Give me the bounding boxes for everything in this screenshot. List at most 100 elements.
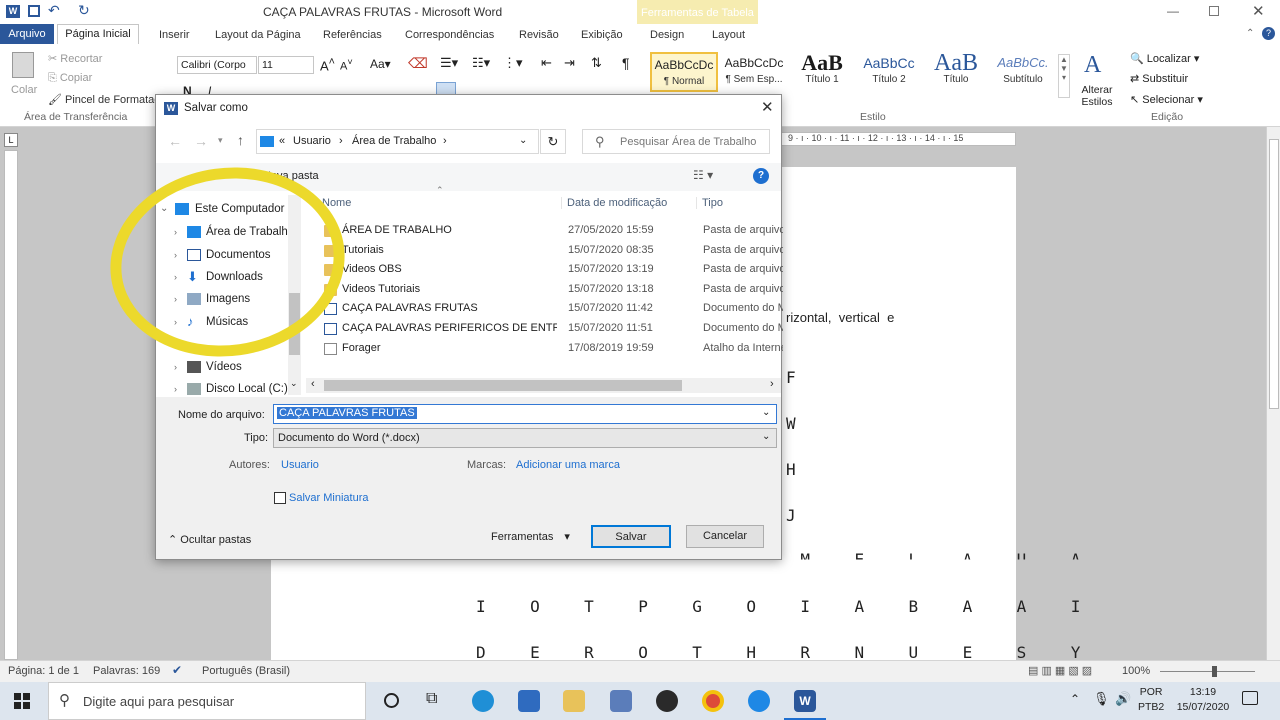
autores-value[interactable]: Usuario bbox=[281, 459, 319, 471]
file-row[interactable]: Videos OBS 15/07/2020 13:19 Pasta de arqui… bbox=[321, 260, 783, 280]
numbering-icon[interactable]: ☷▾ bbox=[472, 55, 490, 71]
paste-icon[interactable] bbox=[12, 52, 34, 78]
help-icon[interactable]: ? bbox=[1262, 27, 1275, 40]
status-pagina[interactable]: Página: 1 de 1 bbox=[8, 665, 79, 677]
filename-dropdown-icon[interactable]: ⌄ bbox=[762, 407, 770, 418]
substituir-button[interactable]: ⇄ Substituir bbox=[1130, 72, 1188, 85]
hscroll-thumb[interactable] bbox=[324, 380, 682, 391]
filename-input[interactable]: CAÇA PALAVRAS FRUTAS ⌄ bbox=[273, 404, 777, 424]
recortar-button[interactable]: ✂ Recortar bbox=[48, 52, 102, 65]
word-icon[interactable]: W bbox=[6, 5, 20, 18]
cancelar-button[interactable]: Cancelar bbox=[686, 525, 764, 548]
notifications-icon[interactable] bbox=[1242, 691, 1258, 705]
restore-icon[interactable] bbox=[1209, 6, 1219, 16]
forward-icon[interactable]: → bbox=[194, 133, 208, 149]
copiar-button[interactable]: ⎘ Copiar bbox=[48, 72, 92, 85]
up-icon[interactable]: ↑ bbox=[237, 132, 244, 148]
close-icon[interactable]: ✕ bbox=[1252, 2, 1265, 20]
chrome-icon[interactable] bbox=[702, 690, 724, 712]
tab-arquivo[interactable]: Arquivo bbox=[0, 24, 54, 44]
mail-icon[interactable] bbox=[518, 690, 540, 712]
alterar-estilos-button[interactable]: Alterar Estilos bbox=[1076, 84, 1118, 108]
font-size-select[interactable]: 11 bbox=[258, 56, 314, 74]
marcas-value[interactable]: Adicionar uma marca bbox=[516, 459, 620, 471]
taskbar-search[interactable]: ⚲ Digite aqui para pesquisar bbox=[48, 682, 366, 720]
tab-layout-pagina[interactable]: Layout da Página bbox=[215, 26, 301, 44]
colar-button[interactable]: Colar bbox=[11, 84, 37, 96]
localizar-button[interactable]: 🔍 Localizar ▾ bbox=[1130, 52, 1199, 65]
view-buttons[interactable]: ▤ ▥ ▦ ▧ ▨ bbox=[1028, 664, 1092, 677]
obs-icon[interactable] bbox=[656, 690, 678, 712]
vertical-scrollbar[interactable] bbox=[1266, 127, 1280, 661]
file-list-hscrollbar[interactable]: ‹ › bbox=[306, 378, 781, 393]
vertical-ruler[interactable] bbox=[4, 150, 18, 660]
clear-format-icon[interactable]: ⌫ bbox=[408, 55, 428, 72]
styles-scroll-icon[interactable]: ▲ ▼ ▾ bbox=[1058, 54, 1070, 98]
status-zoom[interactable]: 100% bbox=[1122, 665, 1150, 677]
tab-correspondencias[interactable]: Correspondências bbox=[405, 26, 494, 44]
file-row[interactable]: CAÇA PALAVRAS FRUTAS 15/07/2020 11:42 Docu… bbox=[321, 299, 783, 319]
file-row[interactable]: CAÇA PALAVRAS PERIFERICOS DE ENTRA... 15/… bbox=[321, 319, 783, 339]
show-marks-icon[interactable]: ¶ bbox=[622, 55, 630, 71]
style-subtitulo[interactable]: AaBbCc. Subtítulo bbox=[990, 52, 1056, 92]
tab-referencias[interactable]: Referências bbox=[323, 26, 382, 44]
tab-layout[interactable]: Layout bbox=[712, 26, 745, 44]
breadcrumb-area[interactable]: Área de Trabalho bbox=[352, 135, 436, 147]
style-sem-espaco[interactable]: AaBbCcDc ¶ Sem Esp... bbox=[720, 52, 788, 92]
file-row[interactable]: Videos Tutoriais 15/07/2020 13:18 Pasta de… bbox=[321, 280, 783, 300]
word-taskbar-icon[interactable]: W bbox=[784, 690, 826, 720]
miniatura-label[interactable]: Salvar Miniatura bbox=[289, 492, 368, 504]
sort-icon[interactable]: ⇅ bbox=[591, 55, 602, 71]
bullets-icon[interactable]: ☰▾ bbox=[440, 55, 458, 71]
tab-exibicao[interactable]: Exibição bbox=[581, 26, 623, 44]
type-select[interactable]: Documento do Word (*.docx) ⌄ bbox=[273, 428, 777, 448]
status-palavras[interactable]: Palavras: 169 bbox=[93, 665, 160, 677]
ferramentas-button[interactable]: Ferramentas ▾ bbox=[491, 530, 570, 543]
recent-chevron-icon[interactable]: ▾ bbox=[218, 135, 223, 146]
style-titulo[interactable]: AaB Título bbox=[924, 51, 988, 92]
tab-pagina-inicial[interactable]: Página Inicial bbox=[57, 24, 139, 44]
column-header-type[interactable]: Tipo bbox=[696, 197, 723, 209]
redo-icon[interactable]: ↻ bbox=[78, 2, 90, 19]
file-row[interactable]: ÁREA DE TRABALHO 27/05/2020 15:59 Pasta de… bbox=[321, 221, 783, 241]
pincel-button[interactable]: 🖌 Pincel de Formatação bbox=[48, 93, 158, 106]
selecionar-button[interactable]: ↖ Selecionar ▾ bbox=[1130, 93, 1203, 106]
type-dropdown-icon[interactable]: ⌄ bbox=[762, 431, 770, 442]
tree-collapsed-icon[interactable]: › bbox=[174, 357, 177, 377]
cortana-icon[interactable] bbox=[384, 693, 399, 708]
grow-font-icon[interactable]: A˄ bbox=[320, 56, 335, 73]
decrease-indent-icon[interactable]: ⇤ bbox=[541, 55, 552, 71]
view-options-icon[interactable]: ☷ ▾ bbox=[693, 168, 713, 182]
undo-icon[interactable]: ↶ bbox=[48, 2, 60, 19]
salvar-button[interactable]: Salvar bbox=[591, 525, 671, 548]
tree-collapsed-icon[interactable]: › bbox=[174, 379, 177, 399]
column-header-date[interactable]: Data de modificação bbox=[561, 197, 667, 209]
scroll-left-icon[interactable]: ‹ bbox=[311, 378, 315, 390]
file-row[interactable]: Forager 17/08/2019 19:59 Atalho da Interne… bbox=[321, 339, 783, 359]
style-titulo-2[interactable]: AaBbCc Título 2 bbox=[856, 52, 922, 92]
scroll-thumb[interactable] bbox=[1269, 139, 1279, 409]
volume-icon[interactable]: 🔊 bbox=[1115, 691, 1131, 707]
help-icon[interactable]: ? bbox=[753, 168, 769, 184]
multilevel-icon[interactable]: ⋮▾ bbox=[503, 55, 523, 71]
task-view-icon[interactable]: ⧉ bbox=[426, 690, 437, 708]
spellcheck-icon[interactable]: ✔ bbox=[172, 663, 182, 677]
font-name-select[interactable]: Calibri (Corpo bbox=[177, 56, 257, 74]
ruler-toggle-icon[interactable]: L bbox=[4, 133, 18, 147]
alterar-estilos-icon[interactable]: A bbox=[1084, 52, 1101, 79]
scroll-right-icon[interactable]: › bbox=[770, 378, 774, 390]
miniatura-checkbox[interactable] bbox=[274, 492, 286, 504]
tab-design[interactable]: Design bbox=[650, 26, 684, 44]
ocultar-pastas-button[interactable]: ⌃ Ocultar pastas bbox=[168, 533, 251, 546]
language-indicator[interactable]: POR PTB2 bbox=[1138, 685, 1164, 715]
file-row[interactable]: Tutoriais 15/07/2020 08:35 Pasta de arquiv… bbox=[321, 241, 783, 261]
refresh-icon[interactable]: ↻ bbox=[540, 129, 566, 154]
increase-indent-icon[interactable]: ⇥ bbox=[564, 55, 575, 71]
zoom-slider[interactable] bbox=[1160, 671, 1255, 672]
search-box[interactable]: ⚲ Pesquisar Área de Trabalho bbox=[582, 129, 770, 154]
file-explorer-icon[interactable] bbox=[563, 690, 585, 712]
settings-app-icon[interactable] bbox=[748, 690, 770, 712]
style-titulo-1[interactable]: AaB Título 1 bbox=[790, 52, 854, 92]
dialog-close-icon[interactable]: ✕ bbox=[761, 98, 774, 116]
clock[interactable]: 13:19 15/07/2020 bbox=[1172, 685, 1234, 715]
